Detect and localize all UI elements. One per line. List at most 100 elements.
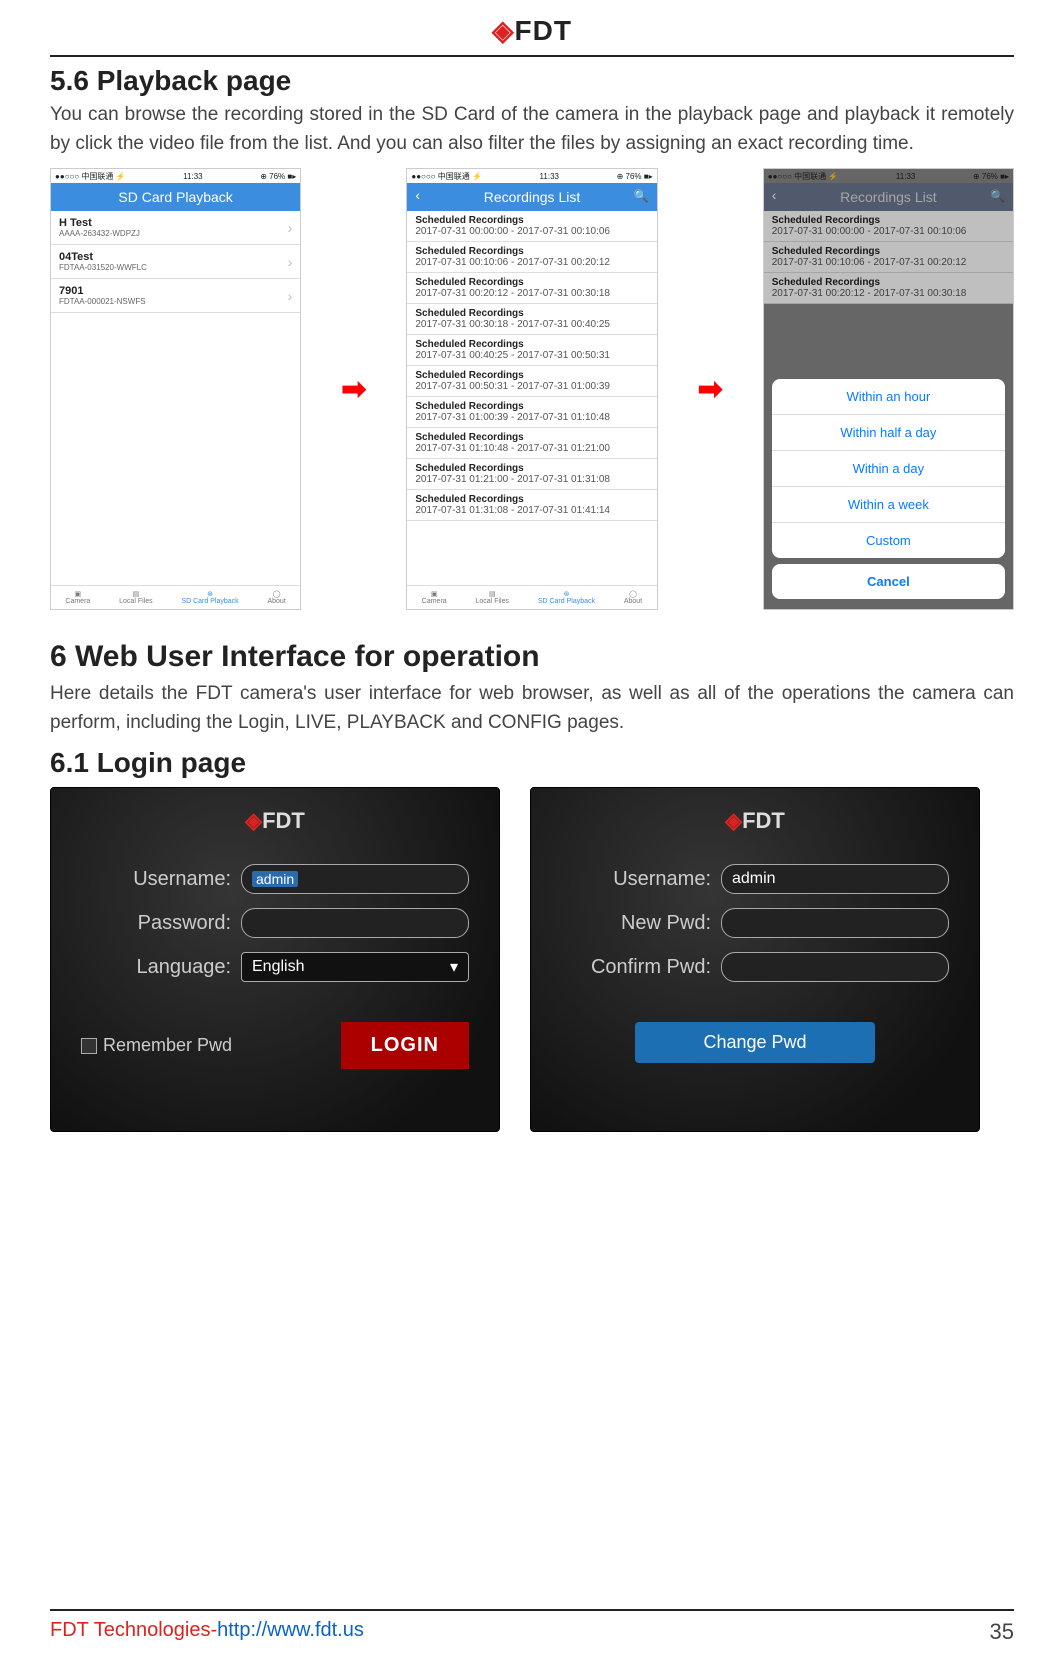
device-row[interactable]: 7901 FDTAA-000021-NSWFS ›	[51, 279, 300, 313]
nav-bar: SD Card Playback	[51, 183, 300, 211]
recording-title: Scheduled Recordings	[415, 308, 648, 319]
device-row[interactable]: H Test AAAA-263432-WDPZJ ›	[51, 211, 300, 245]
login-logo: ◈FDT	[561, 808, 949, 834]
clock: 11:33	[540, 172, 559, 181]
search-icon[interactable]: 🔍	[634, 189, 649, 203]
section-6-1-title: 6.1 Login page	[50, 747, 1014, 779]
filter-option[interactable]: Within half a day	[772, 415, 1005, 451]
recording-row[interactable]: Scheduled Recordings2017-07-31 00:10:06 …	[407, 242, 656, 273]
login-logo: ◈FDT	[81, 808, 469, 834]
checkbox-icon	[81, 1038, 97, 1054]
clock: 11:33	[183, 172, 202, 181]
action-sheet: Within an hour Within half a day Within …	[772, 379, 1005, 599]
new-pwd-input[interactable]	[721, 908, 949, 938]
recording-row[interactable]: Scheduled Recordings2017-07-31 01:21:00 …	[407, 459, 656, 490]
password-input[interactable]	[241, 908, 469, 938]
footer-brand: FDT Technologies-	[50, 1619, 217, 1641]
recording-row[interactable]: Scheduled Recordings2017-07-31 00:30:18 …	[407, 304, 656, 335]
recording-time: 2017-07-31 00:50:31 - 2017-07-31 01:00:3…	[415, 381, 648, 392]
username-label: Username:	[81, 868, 241, 891]
device-id: FDTAA-000021-NSWFS	[59, 297, 146, 306]
arrow-right-icon: ➡	[698, 372, 723, 407]
chevron-down-icon: ▾	[450, 957, 458, 977]
page-footer: FDT Technologies-http://www.fdt.us 35	[50, 1609, 1014, 1645]
tab-camera[interactable]: ▣Camera	[422, 590, 447, 605]
tab-local-files[interactable]: ▤Local Files	[119, 590, 152, 605]
device-row[interactable]: 04Test FDTAA-031520-WWFLC ›	[51, 245, 300, 279]
recording-title: Scheduled Recordings	[415, 432, 648, 443]
logo-icon: ◈	[492, 15, 515, 46]
back-icon[interactable]: ‹	[415, 187, 420, 203]
section-5-6-title: 5.6 Playback page	[50, 65, 1014, 97]
username-input[interactable]: admin	[721, 864, 949, 894]
change-pwd-panel: ◈FDT Username: admin New Pwd: Confirm Pw…	[530, 787, 980, 1132]
tab-about[interactable]: ◯About	[624, 590, 642, 605]
recording-time: 2017-07-31 00:30:18 - 2017-07-31 00:40:2…	[415, 319, 648, 330]
tab-sd-card-playback[interactable]: ⊛SD Card Playback	[181, 590, 238, 605]
username-label: Username:	[561, 868, 721, 891]
login-panel: ◈FDT Username: admin Password: Language:…	[50, 787, 500, 1132]
change-pwd-button[interactable]: Change Pwd	[635, 1022, 875, 1063]
chevron-right-icon: ›	[288, 254, 293, 270]
filter-option[interactable]: Within an hour	[772, 379, 1005, 415]
username-input[interactable]: admin	[241, 864, 469, 894]
screenshot-filter-actionsheet: ●●○○○ 中国联通 ⚡ 11:33 ⊕ 76% ■▸ ‹ Recordings…	[763, 168, 1014, 610]
section-6-title: 6 Web User Interface for operation	[50, 640, 1014, 674]
tab-about[interactable]: ◯About	[267, 590, 285, 605]
battery: ⊕ 76% ■▸	[260, 172, 296, 181]
recording-row[interactable]: Scheduled Recordings2017-07-31 00:40:25 …	[407, 335, 656, 366]
footer-url[interactable]: http://www.fdt.us	[217, 1619, 364, 1641]
recording-title: Scheduled Recordings	[415, 339, 648, 350]
recording-title: Scheduled Recordings	[415, 370, 648, 381]
recording-title: Scheduled Recordings	[415, 401, 648, 412]
nav-bar: ‹ Recordings List 🔍	[407, 183, 656, 211]
header-divider	[50, 55, 1014, 57]
device-name: H Test	[59, 217, 140, 229]
carrier: ●●○○○ 中国联通 ⚡	[55, 171, 126, 182]
page-number: 35	[990, 1619, 1014, 1645]
recording-row[interactable]: Scheduled Recordings2017-07-31 01:00:39 …	[407, 397, 656, 428]
recording-row[interactable]: Scheduled Recordings2017-07-31 00:50:31 …	[407, 366, 656, 397]
recording-row[interactable]: Scheduled Recordings2017-07-31 01:31:08 …	[407, 490, 656, 521]
login-panels-row: ◈FDT Username: admin Password: Language:…	[50, 787, 1014, 1132]
tab-sd-card-playback[interactable]: ⊛SD Card Playback	[538, 590, 595, 605]
header-logo: ◈FDT	[50, 0, 1014, 55]
filter-option[interactable]: Within a day	[772, 451, 1005, 487]
battery: ⊕ 76% ■▸	[617, 172, 653, 181]
language-label: Language:	[81, 956, 241, 979]
confirm-pwd-label: Confirm Pwd:	[561, 956, 721, 979]
recording-title: Scheduled Recordings	[415, 494, 648, 505]
filter-option[interactable]: Within a week	[772, 487, 1005, 523]
recording-title: Scheduled Recordings	[415, 463, 648, 474]
recording-time: 2017-07-31 01:31:08 - 2017-07-31 01:41:1…	[415, 505, 648, 516]
screenshot-recordings-list: ●●○○○ 中国联通 ⚡ 11:33 ⊕ 76% ■▸ ‹ Recordings…	[406, 168, 657, 610]
login-button[interactable]: LOGIN	[341, 1022, 469, 1069]
device-id: FDTAA-031520-WWFLC	[59, 263, 147, 272]
section-5-6-text: You can browse the recording stored in t…	[50, 101, 1014, 158]
nav-title: SD Card Playback	[118, 189, 232, 205]
recording-time: 2017-07-31 01:10:48 - 2017-07-31 01:21:0…	[415, 443, 648, 454]
recording-time: 2017-07-31 01:00:39 - 2017-07-31 01:10:4…	[415, 412, 648, 423]
arrow-right-icon: ➡	[341, 372, 366, 407]
confirm-pwd-input[interactable]	[721, 952, 949, 982]
tab-bar: ▣Camera ▤Local Files ⊛SD Card Playback ◯…	[407, 585, 656, 609]
recording-title: Scheduled Recordings	[415, 246, 648, 257]
status-bar: ●●○○○ 中国联通 ⚡ 11:33 ⊕ 76% ■▸	[51, 169, 300, 183]
chevron-right-icon: ›	[288, 220, 293, 236]
cancel-button[interactable]: Cancel	[772, 564, 1005, 599]
filter-option[interactable]: Custom	[772, 523, 1005, 558]
recording-time: 2017-07-31 01:21:00 - 2017-07-31 01:31:0…	[415, 474, 648, 485]
device-id: AAAA-263432-WDPZJ	[59, 229, 140, 238]
logo-icon: ◈	[245, 808, 262, 833]
tab-camera[interactable]: ▣Camera	[65, 590, 90, 605]
screenshot-sd-card-playback: ●●○○○ 中国联通 ⚡ 11:33 ⊕ 76% ■▸ SD Card Play…	[50, 168, 301, 610]
recording-title: Scheduled Recordings	[415, 215, 648, 226]
logo-icon: ◈	[725, 808, 742, 833]
tab-local-files[interactable]: ▤Local Files	[476, 590, 509, 605]
nav-title: Recordings List	[484, 189, 581, 205]
remember-pwd-checkbox[interactable]: Remember Pwd	[81, 1035, 232, 1056]
language-select[interactable]: English ▾	[241, 952, 469, 982]
recording-row[interactable]: Scheduled Recordings2017-07-31 01:10:48 …	[407, 428, 656, 459]
recording-row[interactable]: Scheduled Recordings2017-07-31 00:00:00 …	[407, 211, 656, 242]
recording-row[interactable]: Scheduled Recordings2017-07-31 00:20:12 …	[407, 273, 656, 304]
